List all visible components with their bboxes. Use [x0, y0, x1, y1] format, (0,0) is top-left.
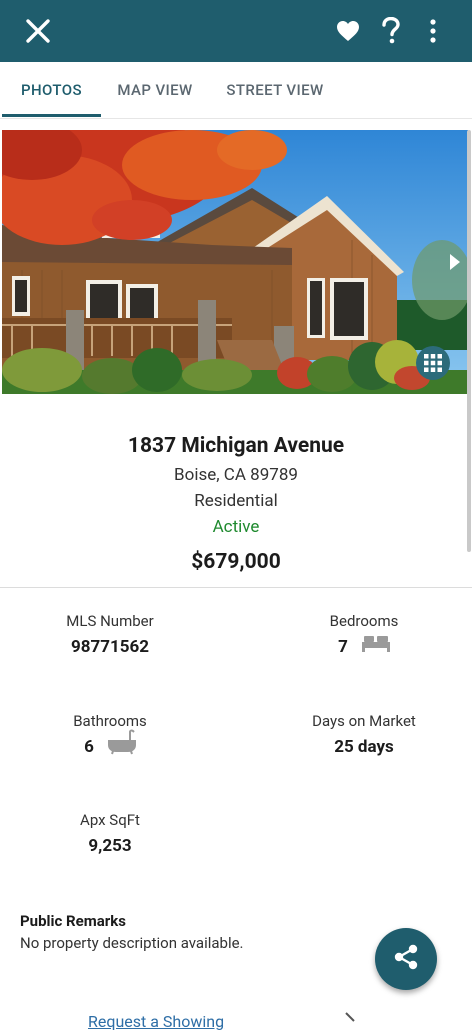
divider	[0, 587, 472, 588]
app-bar	[0, 0, 472, 62]
days-on-market-text: 25 days	[334, 737, 394, 757]
days-on-market-stat: Days on Market 25 days	[254, 710, 472, 762]
bathrooms-value: 6	[0, 729, 220, 765]
chevron-right-icon[interactable]	[343, 1010, 357, 1029]
bedrooms-stat: Bedrooms 7	[254, 610, 472, 662]
view-tabs: PHOTOS MAP VIEW STREET VIEW	[0, 62, 472, 119]
next-photo-icon[interactable]	[450, 254, 460, 270]
mls-number-label: MLS Number	[66, 612, 154, 630]
mls-number-text: 98771562	[70, 637, 150, 657]
listing-status: Active	[212, 517, 260, 537]
public-remarks-text: No property description available.	[20, 934, 244, 952]
share-button[interactable]	[375, 928, 437, 990]
bedrooms-count: 7	[338, 637, 348, 657]
more-vertical-icon[interactable]	[417, 0, 449, 62]
sqft-label: Apx SqFt	[80, 811, 140, 829]
active-tab-indicator	[2, 114, 101, 117]
public-remarks: Public Remarks No property description a…	[20, 910, 360, 954]
help-icon[interactable]	[375, 0, 407, 62]
request-showing-link[interactable]: Request a Showing	[88, 1012, 224, 1031]
close-icon[interactable]	[18, 0, 58, 62]
tab-map-view[interactable]: MAP VIEW	[104, 62, 206, 118]
days-on-market-label: Days on Market	[312, 712, 416, 730]
share-icon	[392, 943, 420, 975]
sqft-stat: Apx SqFt 9,253	[0, 809, 220, 861]
tab-street-view[interactable]: STREET VIEW	[214, 62, 336, 118]
bedrooms-label: Bedrooms	[329, 612, 399, 630]
property-photo[interactable]	[2, 130, 468, 394]
listing-price: $679,000	[191, 550, 281, 574]
listing-address: 1837 Michigan Avenue	[127, 434, 345, 458]
mls-number-stat: MLS Number 98771562	[0, 610, 220, 662]
bathrooms-stat: Bathrooms 6	[0, 710, 220, 762]
sqft-value: 9,253	[0, 831, 220, 861]
listing-type: Residential	[194, 491, 278, 511]
public-remarks-title: Public Remarks	[20, 912, 126, 930]
bed-icon	[361, 632, 390, 662]
bedrooms-value: 7	[254, 632, 472, 662]
bathrooms-count: 6	[84, 737, 94, 757]
bathtub-icon	[107, 729, 136, 765]
grid-icon[interactable]	[416, 346, 450, 380]
heart-icon[interactable]	[332, 0, 364, 62]
sqft-text: 9,253	[88, 836, 132, 856]
mls-number-value: 98771562	[0, 632, 220, 662]
listing-city-state-zip: Boise, CA 89789	[174, 465, 298, 485]
tab-photos[interactable]: PHOTOS	[2, 62, 101, 118]
days-on-market-value: 25 days	[254, 732, 472, 762]
listing-summary: 1837 Michigan Avenue Boise, CA 89789 Res…	[0, 430, 472, 584]
